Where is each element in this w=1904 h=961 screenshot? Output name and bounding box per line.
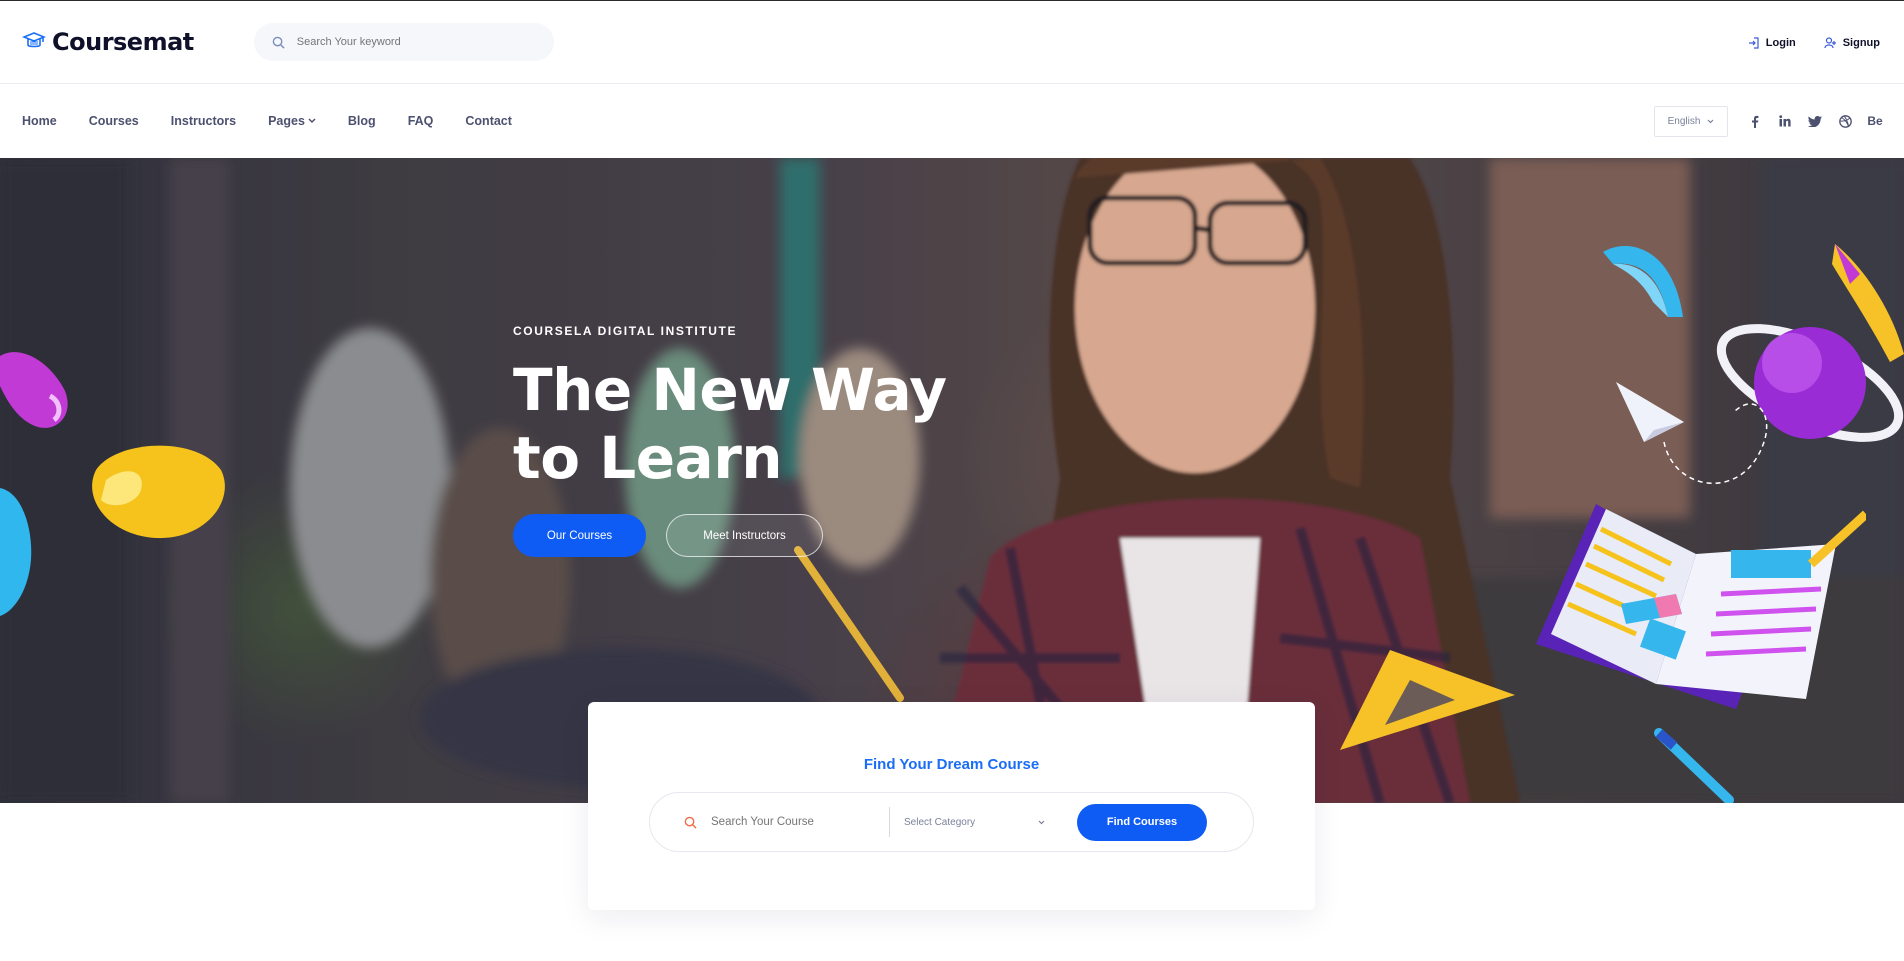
hero-title-line1: The New Way — [513, 356, 947, 424]
meet-instructors-button[interactable]: Meet Instructors — [666, 514, 823, 557]
dribbble-icon[interactable] — [1838, 114, 1852, 128]
find-courses-button[interactable]: Find Courses — [1077, 803, 1207, 841]
protractor-shape — [1603, 245, 1683, 317]
hero-content: COURSELA DIGITAL INSTITUTE The New Way t… — [513, 324, 947, 557]
blue-pen-shape — [1654, 728, 1734, 803]
course-finder-form: Select Category Find Courses — [649, 792, 1254, 852]
our-courses-button[interactable]: Our Courses — [513, 514, 646, 557]
login-label: Login — [1765, 36, 1796, 49]
chevron-down-icon — [308, 118, 316, 124]
paper-plane-shape — [1616, 382, 1768, 484]
brand-name: Coursemat — [52, 28, 194, 56]
nav-item-pages[interactable]: Pages — [268, 114, 316, 128]
category-select-value: Select Category — [904, 816, 976, 828]
signup-link[interactable]: Signup — [1824, 37, 1880, 49]
language-select[interactable]: English — [1654, 105, 1728, 137]
category-select[interactable]: Select Category — [890, 817, 1055, 828]
signup-label: Signup — [1842, 36, 1880, 49]
auth-links: Login Signup — [1748, 1, 1880, 84]
triangle-ruler-shape — [1340, 650, 1515, 750]
yellow-rock-shape — [92, 445, 225, 539]
course-search-input[interactable] — [711, 816, 881, 828]
login-link[interactable]: Login — [1748, 37, 1796, 49]
login-icon — [1748, 36, 1759, 49]
site-header: Coursemat Login Signup — [0, 1, 1904, 84]
header-search[interactable] — [253, 23, 554, 61]
user-plus-icon — [1824, 36, 1836, 48]
hero-kicker: COURSELA DIGITAL INSTITUTE — [513, 324, 738, 338]
nav-item-courses[interactable]: Courses — [89, 114, 139, 128]
search-icon — [272, 36, 285, 49]
nav-item-home[interactable]: Home — [22, 114, 57, 128]
facebook-icon[interactable] — [1748, 115, 1762, 128]
course-finder-card: Find Your Dream Course Select Category F… — [588, 702, 1315, 910]
pink-blob-shape — [0, 352, 68, 428]
chevron-down-icon — [1038, 820, 1045, 824]
header-search-input[interactable] — [296, 36, 517, 48]
blue-blob-shape — [0, 488, 32, 616]
nav-item-blog[interactable]: Blog — [348, 114, 376, 128]
behance-icon[interactable]: Be — [1867, 114, 1882, 128]
nav-item-instructors[interactable]: Instructors — [171, 114, 236, 128]
hero-title: The New Way to Learn — [513, 356, 947, 492]
linkedin-icon[interactable] — [1778, 115, 1792, 127]
search-icon — [684, 816, 697, 829]
nav-item-faq[interactable]: FAQ — [408, 114, 434, 128]
open-book-shape — [1536, 504, 1866, 709]
course-finder-title: Find Your Dream Course — [863, 756, 1040, 773]
hero-title-line2: to Learn — [513, 424, 783, 492]
language-value: English — [1667, 115, 1701, 127]
graduation-cap-icon — [22, 32, 46, 48]
chevron-down-icon — [1707, 119, 1714, 123]
nav-item-contact[interactable]: Contact — [465, 114, 512, 128]
nav-item-pages-label: Pages — [268, 114, 305, 128]
main-nav: Home Courses Instructors Pages Blog FAQ … — [0, 84, 1904, 158]
twitter-icon[interactable] — [1808, 115, 1822, 127]
site-logo[interactable]: Coursemat — [22, 28, 194, 56]
